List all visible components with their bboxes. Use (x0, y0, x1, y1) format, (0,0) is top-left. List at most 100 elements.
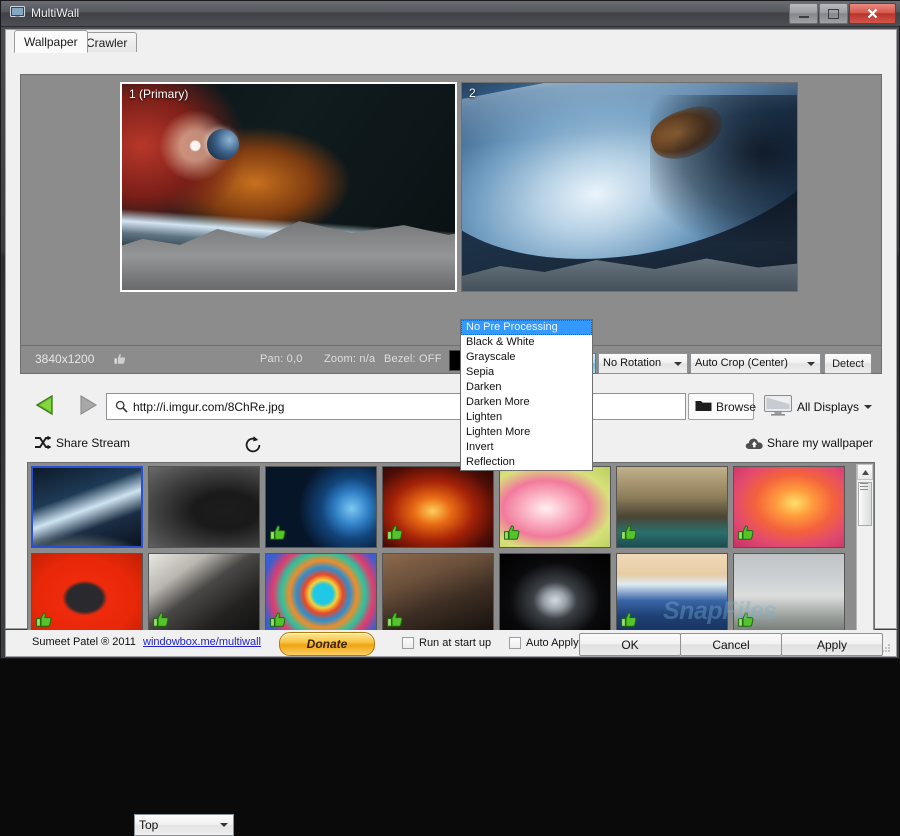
dropdown-option-sepia[interactable]: Sepia (461, 365, 592, 380)
tab-strip: Wallpaper Crawler (6, 30, 896, 53)
thumbnail-item[interactable] (31, 553, 143, 635)
chevron-down-icon (807, 362, 815, 366)
thumbnail-item[interactable] (616, 553, 728, 635)
refresh-icon[interactable] (243, 435, 263, 458)
thumbnail-item[interactable] (382, 553, 494, 635)
donate-button-label: Donate (306, 637, 348, 651)
thumbs-up-icon[interactable] (737, 611, 755, 632)
dropdown-option-darken[interactable]: Darken (461, 380, 592, 395)
browse-button[interactable]: Browse (688, 393, 756, 420)
thumbs-up-icon[interactable] (269, 611, 287, 632)
thumbs-up-icon[interactable] (113, 352, 127, 369)
preprocess-dropdown-list[interactable]: No Pre Processing Black & White Grayscale S… (460, 319, 593, 471)
monitor-1-preview[interactable]: 1 (Primary) (120, 82, 457, 292)
share-stream-combobox[interactable]: Top (134, 814, 234, 836)
ok-button[interactable]: OK (579, 633, 681, 656)
thumbs-up-icon[interactable] (620, 611, 638, 632)
dropdown-option-darken-more[interactable]: Darken More (461, 395, 592, 410)
share-my-wallpaper-label[interactable]: Share my wallpaper (767, 436, 873, 450)
website-link[interactable]: windowbox.me/multiwall (143, 636, 261, 648)
monitor-2-preview[interactable]: 2 (461, 82, 798, 292)
thumbnail-item[interactable] (733, 553, 845, 635)
dropdown-option-invert[interactable]: Invert (461, 440, 592, 455)
thumbnail-gallery[interactable] (27, 462, 875, 650)
cloud-upload-icon[interactable] (745, 436, 764, 454)
crop-combobox[interactable]: Auto Crop (Center) (690, 353, 821, 374)
run-at-startup-label: Run at start up (419, 637, 492, 649)
dropdown-option-no-pre-processing[interactable]: No Pre Processing (461, 320, 592, 335)
chevron-down-icon (674, 362, 682, 366)
thumbs-up-icon[interactable] (620, 524, 638, 545)
thumbs-up-icon[interactable] (152, 611, 170, 632)
dropdown-option-grayscale[interactable]: Grayscale (461, 350, 592, 365)
thumbnail-item[interactable] (499, 466, 611, 548)
shuffle-icon[interactable] (34, 435, 52, 454)
footer-bar: Sumeet Patel ® 2011 windowbox.me/multiwa… (5, 630, 897, 657)
url-value: http://i.imgur.com/8ChRe.jpg (133, 400, 285, 414)
tab-wallpaper-label: Wallpaper (24, 35, 78, 49)
dropdown-option-reflection[interactable]: Reflection (461, 455, 592, 470)
thumbs-up-icon[interactable] (386, 611, 404, 632)
resize-grip-icon[interactable] (881, 642, 891, 652)
share-row: Share Stream Top Share my wallpaper (6, 432, 896, 836)
monitor-2-wallpaper (462, 83, 797, 291)
cancel-button-label: Cancel (712, 637, 750, 652)
dropdown-option-lighten-more[interactable]: Lighten More (461, 425, 592, 440)
thumbnail-item[interactable] (148, 466, 260, 548)
dropdown-option-lighten[interactable]: Lighten (461, 410, 592, 425)
gallery-scrollbar[interactable] (856, 464, 873, 648)
close-button[interactable] (849, 3, 896, 24)
rotation-combobox[interactable]: No Rotation (598, 353, 688, 374)
folder-icon (695, 399, 712, 415)
back-arrow-icon[interactable] (34, 394, 60, 419)
thumbnail-item[interactable] (148, 553, 260, 635)
monitor-2-label: 2 (469, 86, 476, 100)
thumbnail-item[interactable] (733, 466, 845, 548)
monitor-preview-area[interactable]: 1 (Primary) 2 (20, 74, 882, 346)
chevron-down-icon (220, 823, 228, 827)
wallpaper-panel: 1 (Primary) 2 3840x1200 Pan: 0,0 Zoom: n… (6, 52, 896, 836)
maximize-button[interactable] (819, 3, 848, 24)
auto-apply-label: Auto Apply (526, 637, 579, 649)
thumbnail-item[interactable] (265, 553, 377, 635)
monitor-icon (10, 6, 25, 20)
detect-button[interactable]: Detect (824, 353, 872, 374)
thumbnail-item[interactable] (382, 466, 494, 548)
search-icon (115, 400, 128, 416)
client-area: Wallpaper Crawler 1 (Primary) 2 3840x120… (5, 29, 897, 836)
displays-selector[interactable]: All Displays (764, 393, 873, 420)
application-window: MultiWall Wallpaper Crawler 1 (Primary) … (0, 0, 900, 836)
donate-button[interactable]: Donate (279, 632, 375, 656)
resolution-label: 3840x1200 (35, 352, 95, 366)
thumbnail-item[interactable] (499, 553, 611, 635)
thumbnail-item[interactable] (616, 466, 728, 548)
rotation-selected-value: No Rotation (603, 357, 662, 369)
thumbs-up-icon[interactable] (503, 524, 521, 545)
thumbs-up-icon[interactable] (737, 524, 755, 545)
thumbs-up-icon[interactable] (35, 611, 53, 632)
thumbnail-item[interactable] (265, 466, 377, 548)
scroll-up-icon[interactable] (857, 464, 873, 480)
thumbnail-grid (31, 466, 855, 649)
thumbs-up-icon[interactable] (386, 524, 404, 545)
minimize-button[interactable] (789, 3, 818, 24)
auto-apply-checkbox[interactable]: Auto Apply (509, 637, 579, 649)
apply-button[interactable]: Apply (781, 633, 883, 656)
pan-label: Pan: 0,0 (260, 353, 303, 365)
copyright-label: Sumeet Patel ® 2011 (32, 636, 136, 648)
share-stream-label: Share Stream (56, 436, 131, 450)
thumbs-up-icon[interactable] (269, 524, 287, 545)
apply-button-label: Apply (816, 637, 848, 652)
share-stream-selected-value: Top (139, 818, 159, 832)
run-at-startup-checkbox[interactable]: Run at start up (402, 637, 491, 649)
monitor-1-label: 1 (Primary) (129, 87, 189, 101)
tab-wallpaper[interactable]: Wallpaper (14, 30, 88, 53)
detect-button-label: Detect (832, 357, 864, 370)
cancel-button[interactable]: Cancel (680, 633, 782, 656)
zoom-label: Zoom: n/a (324, 353, 376, 365)
thumbnail-item[interactable] (31, 466, 143, 548)
url-input[interactable]: http://i.imgur.com/8ChRe.jpg (106, 393, 686, 420)
displays-label: All Displays (797, 399, 860, 414)
forward-arrow-icon[interactable] (73, 394, 99, 419)
dropdown-option-black-white[interactable]: Black & White (461, 335, 592, 350)
